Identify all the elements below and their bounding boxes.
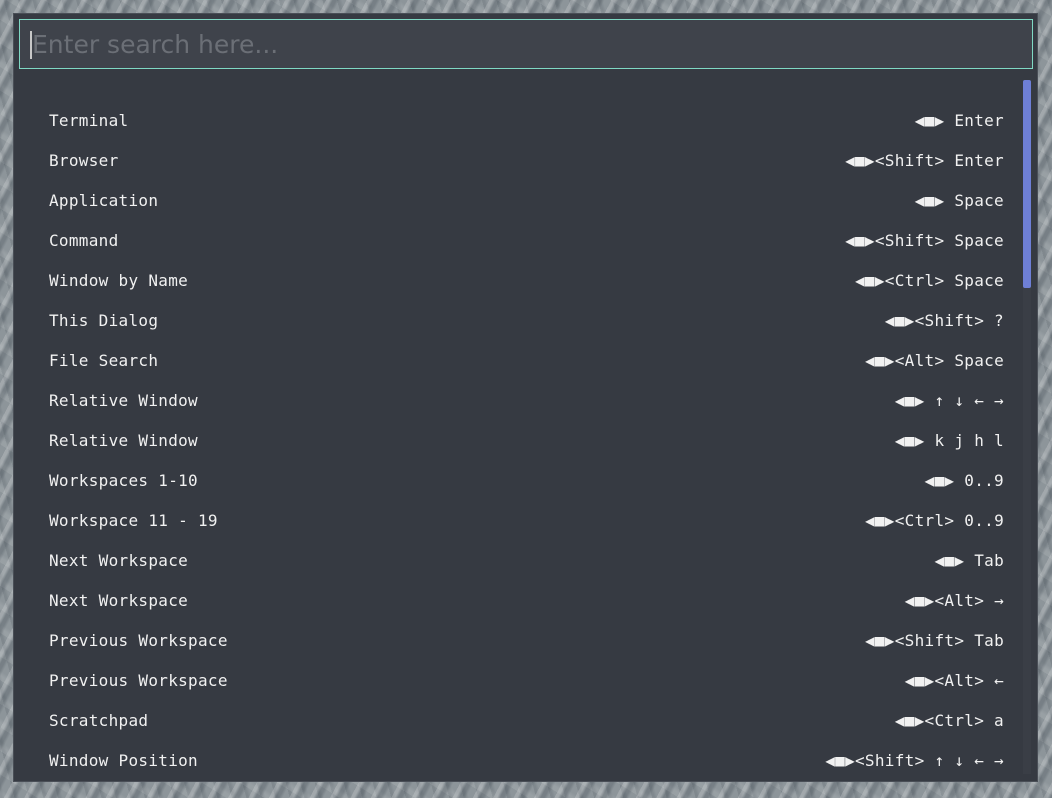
shortcut-label: Terminal xyxy=(49,110,129,130)
list-item[interactable]: Relative Window ◀■▶ ↑ ↓ ← → xyxy=(49,380,1004,420)
list-item[interactable]: Command ◀■▶<Shift> Space xyxy=(49,220,1004,260)
list-item[interactable]: Browser ◀■▶<Shift> Enter xyxy=(49,140,1004,180)
shortcut-keys: ◀■▶ Tab xyxy=(934,550,1004,570)
shortcut-label: Command xyxy=(49,230,119,250)
list-item[interactable]: Relative Window ◀■▶ k j h l xyxy=(49,420,1004,460)
list-item[interactable]: Application ◀■▶ Space xyxy=(49,180,1004,220)
list-item[interactable]: Next Workspace ◀■▶ Tab xyxy=(49,540,1004,580)
shortcut-label: File Search xyxy=(49,350,159,370)
shortcut-keys: ◀■▶<Alt> Space xyxy=(864,350,1004,370)
list-item[interactable]: Previous Workspace ◀■▶<Alt> ← xyxy=(49,660,1004,700)
keybinding-dialog: Terminal ◀■▶ Enter Browser ◀■▶<Shift> En… xyxy=(13,13,1038,782)
list-item[interactable]: This Dialog ◀■▶<Shift> ? xyxy=(49,300,1004,340)
shortcut-keys: ◀■▶<Shift> Tab xyxy=(864,630,1004,650)
shortcut-label: Application xyxy=(49,190,159,210)
list-item[interactable]: Workspaces 1-10 ◀■▶ 0..9 xyxy=(49,460,1004,500)
shortcut-label: Relative Window xyxy=(49,390,198,410)
list-item[interactable]: Workspace 11 - 19 ◀■▶<Ctrl> 0..9 xyxy=(49,500,1004,540)
list-item[interactable]: Previous Workspace ◀■▶<Shift> Tab xyxy=(49,620,1004,660)
shortcut-label: Window Position xyxy=(49,750,198,770)
shortcut-keys: ◀■▶ ↑ ↓ ← → xyxy=(894,390,1004,410)
shortcut-label: Workspace 11 - 19 xyxy=(49,510,218,530)
shortcut-list: Terminal ◀■▶ Enter Browser ◀■▶<Shift> En… xyxy=(14,84,1020,776)
shortcut-label: Previous Workspace xyxy=(49,670,228,690)
shortcut-keys: ◀■▶ Enter xyxy=(914,110,1004,130)
shortcut-keys: ◀■▶<Alt> → xyxy=(904,590,1004,610)
shortcut-keys: ◀■▶<Alt> ← xyxy=(904,670,1004,690)
list-item[interactable]: Window by Name ◀■▶<Ctrl> Space xyxy=(49,260,1004,300)
shortcut-keys: ◀■▶<Shift> Space xyxy=(845,230,1004,250)
shortcut-label: Previous Workspace xyxy=(49,630,228,650)
list-item[interactable]: File Search ◀■▶<Alt> Space xyxy=(49,340,1004,380)
shortcut-keys: ◀■▶<Shift> ↑ ↓ ← → xyxy=(825,750,1004,770)
search-box[interactable] xyxy=(19,19,1033,69)
shortcut-label: Next Workspace xyxy=(49,550,189,570)
shortcut-label: Browser xyxy=(49,150,119,170)
shortcut-label: Next Workspace xyxy=(49,590,189,610)
shortcut-keys: ◀■▶<Shift> ? xyxy=(884,310,1004,330)
text-cursor xyxy=(30,31,32,59)
list-item[interactable]: Terminal ◀■▶ Enter xyxy=(49,100,1004,140)
list-item[interactable]: Window Position ◀■▶<Shift> ↑ ↓ ← → xyxy=(49,740,1004,776)
shortcut-label: Relative Window xyxy=(49,430,198,450)
shortcut-keys: ◀■▶ Space xyxy=(914,190,1004,210)
shortcut-keys: ◀■▶ k j h l xyxy=(894,430,1004,450)
shortcut-label: Scratchpad xyxy=(49,710,149,730)
shortcut-keys: ◀■▶<Ctrl> 0..9 xyxy=(864,510,1004,530)
shortcut-keys: ◀■▶<Ctrl> a xyxy=(894,710,1004,730)
list-item[interactable]: Scratchpad ◀■▶<Ctrl> a xyxy=(49,700,1004,740)
shortcut-label: Window by Name xyxy=(49,270,189,290)
list-item[interactable]: Next Workspace ◀■▶<Alt> → xyxy=(49,580,1004,620)
vertical-scrollbar[interactable] xyxy=(1023,80,1031,774)
shortcut-keys: ◀■▶ 0..9 xyxy=(924,470,1004,490)
scrollbar-thumb[interactable] xyxy=(1023,80,1031,288)
shortcut-label: This Dialog xyxy=(49,310,159,330)
shortcut-label: Workspaces 1-10 xyxy=(49,470,198,490)
shortcut-keys: ◀■▶<Ctrl> Space xyxy=(855,270,1004,290)
search-input[interactable] xyxy=(20,20,1032,68)
shortcut-keys: ◀■▶<Shift> Enter xyxy=(845,150,1004,170)
